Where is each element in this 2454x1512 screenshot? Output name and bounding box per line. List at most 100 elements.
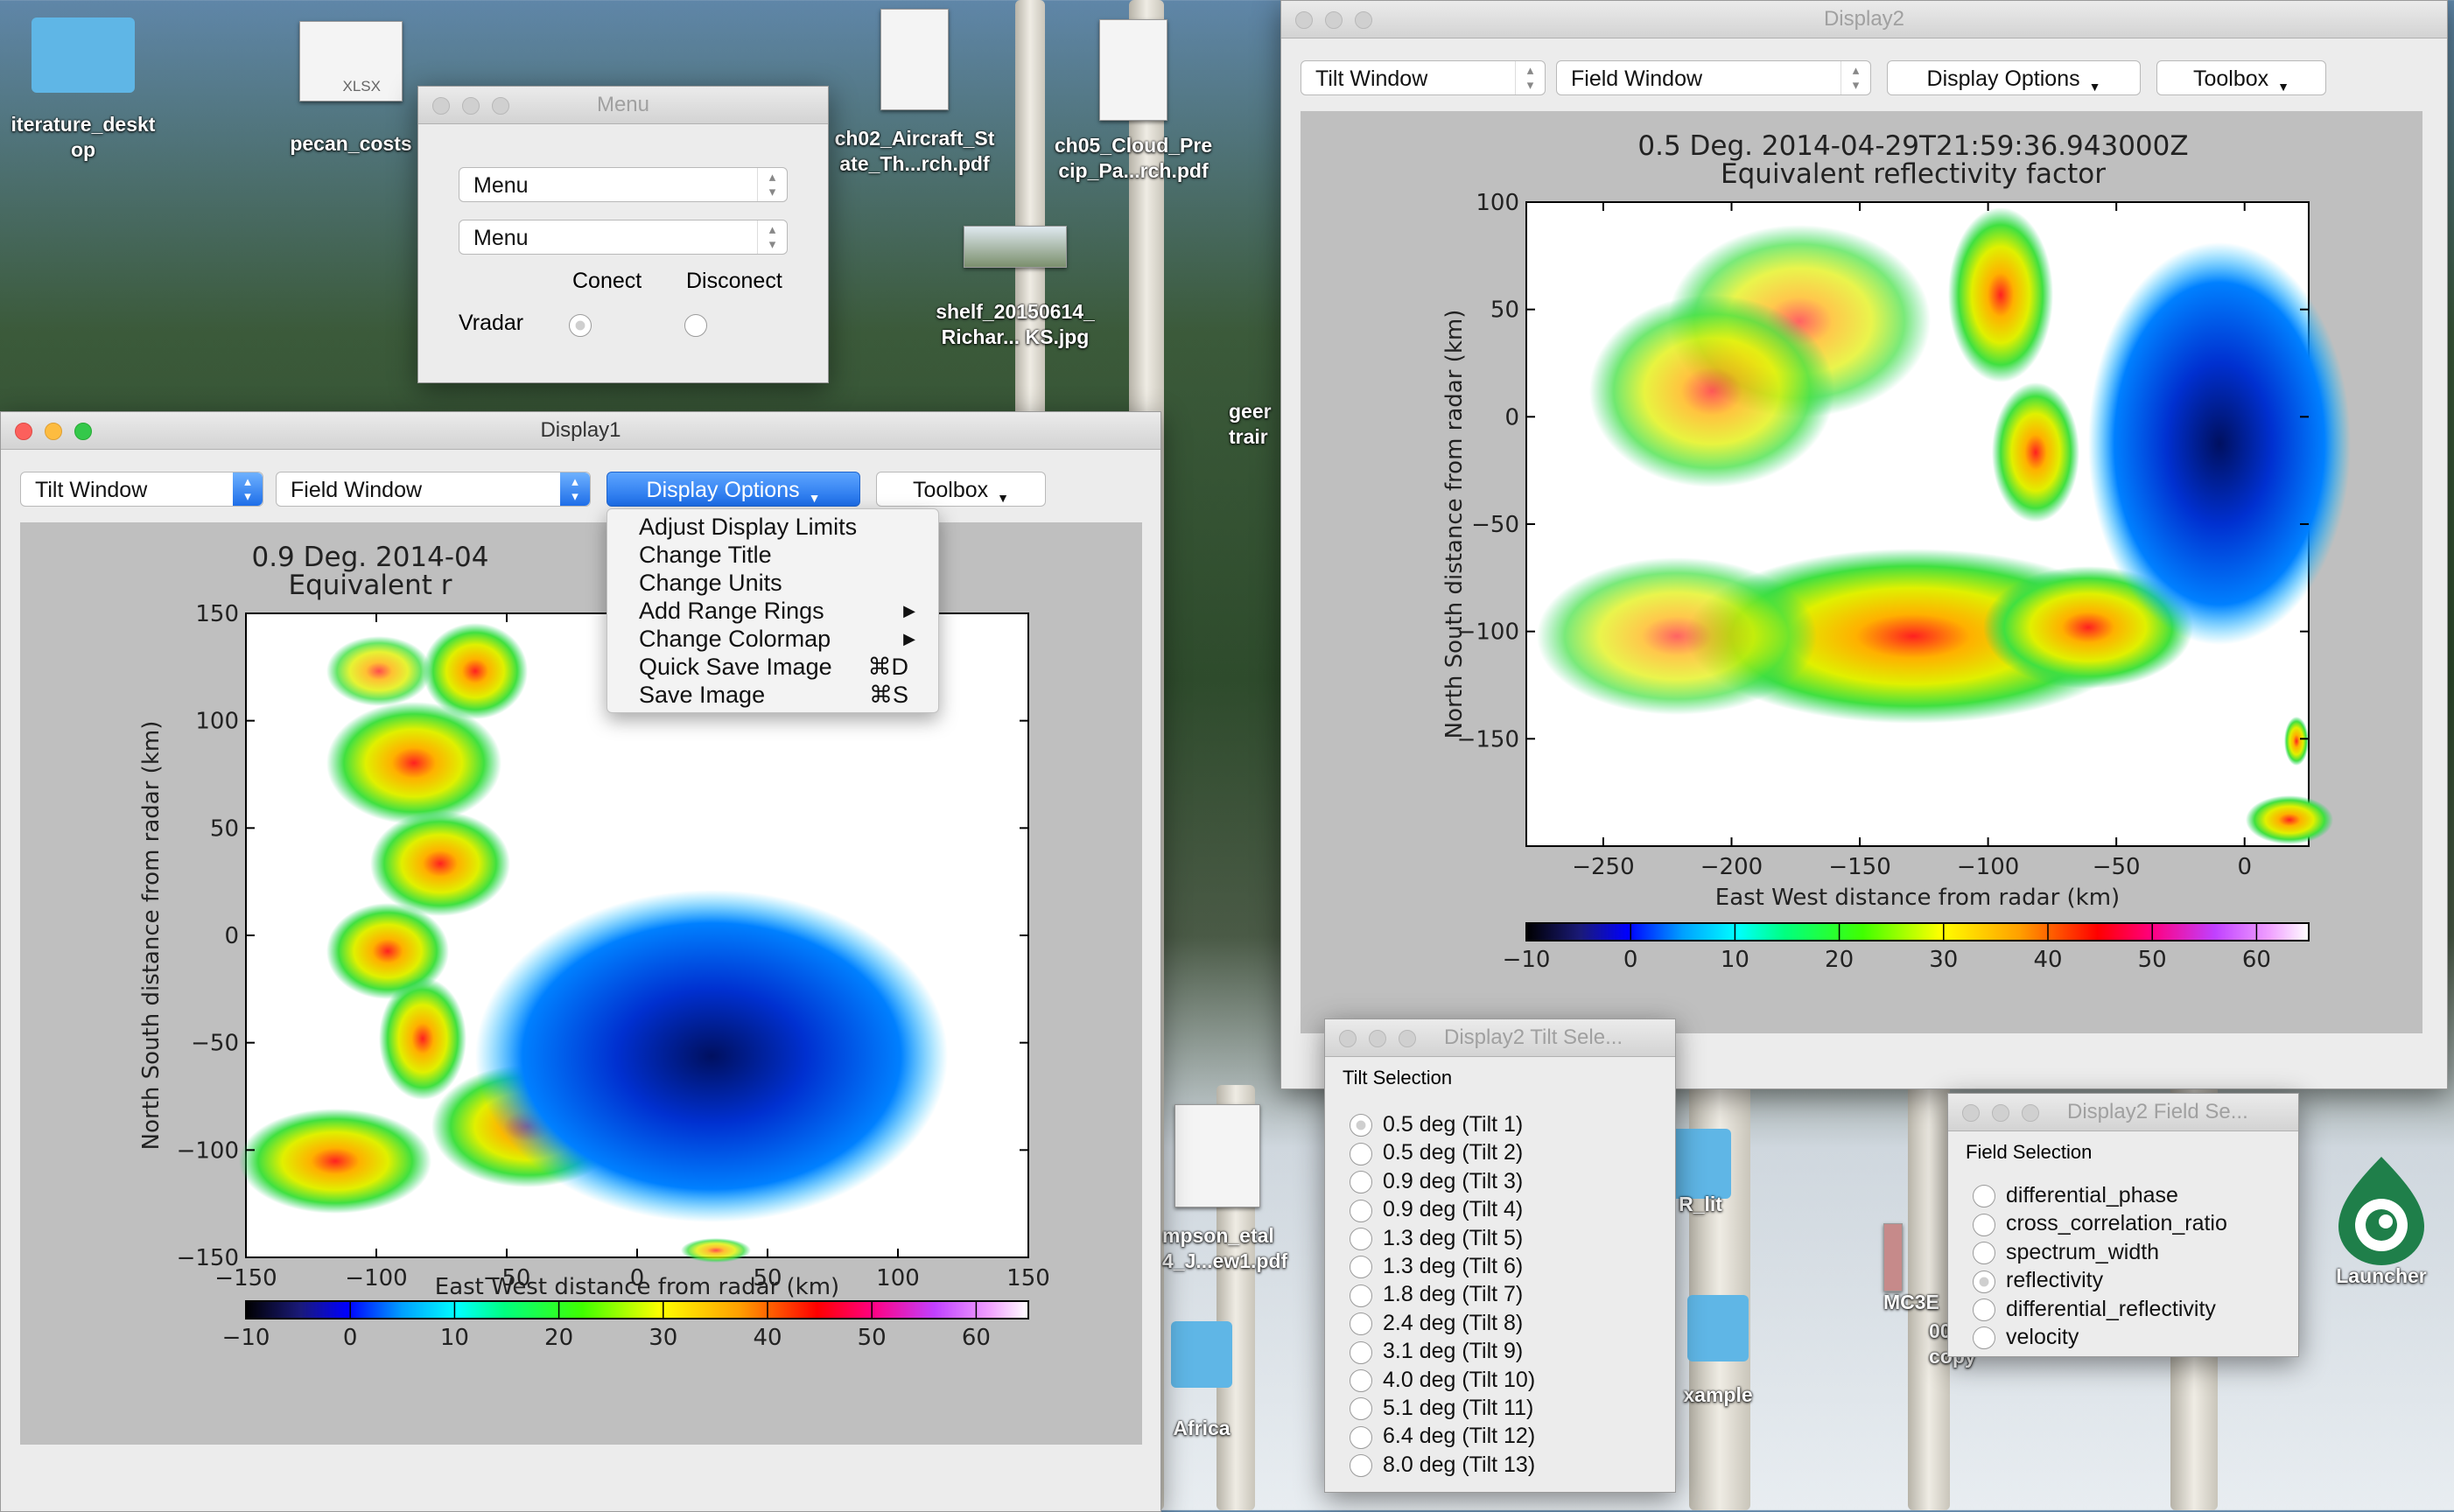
desktop-icon-partial[interactable]: geer trair — [1229, 399, 1281, 450]
window-title: Display1 — [540, 418, 621, 442]
window-title: Menu — [596, 93, 650, 116]
radio-button[interactable] — [1350, 1454, 1372, 1478]
display2-radar-plot[interactable]: 0.5 Deg. 2014-04-29T21:59:36.943000Z Equ… — [1301, 111, 2422, 1033]
radio-button[interactable] — [1350, 1425, 1372, 1449]
zoom-button[interactable] — [74, 423, 92, 440]
menu-item[interactable]: Add Range Rings ▶ — [607, 597, 938, 625]
desktop-icon-folder[interactable]: xample — [1670, 1295, 1766, 1408]
menu-item[interactable]: Change Colormap ▶ — [607, 625, 938, 653]
field-option[interactable]: velocity — [1973, 1323, 2227, 1351]
menu-combo-1[interactable]: Menu ▴ ▾ — [459, 167, 788, 202]
close-button[interactable] — [15, 423, 32, 440]
menu-combo-2[interactable]: Menu ▴ ▾ — [459, 220, 788, 255]
desktop-icon-pdf[interactable]: ch02_Aircraft_St ate_Th...rch.pdf — [827, 9, 1002, 177]
radio-button[interactable] — [1350, 1340, 1372, 1364]
radio-button[interactable] — [1350, 1368, 1372, 1392]
tilt-option[interactable]: 4.0 deg (Tilt 10) — [1350, 1366, 1535, 1394]
connect-radio[interactable] — [569, 314, 592, 337]
x-tick-label: −250 — [1572, 854, 1634, 880]
radio-button[interactable] — [1973, 1185, 1995, 1208]
minimize-button[interactable] — [1325, 11, 1343, 29]
menu-item[interactable]: Change Title — [607, 541, 938, 569]
field-option[interactable]: differential_reflectivity — [1973, 1295, 2227, 1323]
radio-button[interactable] — [1350, 1227, 1372, 1250]
radio-button[interactable] — [1350, 1312, 1372, 1336]
tilt-option[interactable]: 0.5 deg (Tilt 2) — [1350, 1138, 1535, 1166]
minimize-button[interactable] — [45, 423, 62, 440]
tilt-option[interactable]: 8.0 deg (Tilt 13) — [1350, 1451, 1535, 1479]
close-button[interactable] — [432, 97, 450, 115]
desktop-icon-launcher[interactable]: Launcher — [2316, 1153, 2447, 1289]
radio-button[interactable] — [1973, 1242, 1995, 1265]
zoom-button[interactable] — [2022, 1104, 2039, 1122]
radio-button[interactable] — [1350, 1114, 1372, 1138]
field-option[interactable]: differential_phase — [1973, 1181, 2227, 1209]
field-option[interactable]: spectrum_width — [1973, 1238, 2227, 1266]
display1-radar-plot[interactable]: 0.9 Deg. 2014-04 Equivalent r −150 −100 −5… — [20, 522, 1142, 1445]
radio-button[interactable] — [1350, 1397, 1372, 1421]
tilt-option[interactable]: 1.3 deg (Tilt 5) — [1350, 1224, 1535, 1252]
radio-button[interactable] — [1350, 1142, 1372, 1166]
tilt-selection-titlebar[interactable]: Display2 Tilt Sele... — [1325, 1019, 1675, 1057]
desktop-icon-folder[interactable]: R_lit — [1670, 1129, 1731, 1217]
zoom-button[interactable] — [492, 97, 509, 115]
toolbox-button[interactable]: Toolbox ▼ — [876, 472, 1046, 507]
field-option[interactable]: reflectivity — [1973, 1266, 2227, 1294]
option-label: 1.8 deg (Tilt 7) — [1383, 1282, 1524, 1307]
menu-item[interactable]: Quick Save Image ⌘D — [607, 653, 938, 681]
tilt-option[interactable]: 1.8 deg (Tilt 7) — [1350, 1280, 1535, 1308]
close-button[interactable] — [1962, 1104, 1980, 1122]
toolbox-button[interactable]: Toolbox ▼ — [2156, 60, 2326, 95]
radio-button[interactable] — [1973, 1298, 1995, 1321]
radio-button[interactable] — [1973, 1213, 1995, 1236]
close-button[interactable] — [1339, 1030, 1357, 1047]
tilt-window-select[interactable]: Tilt Window ▴ ▾ — [20, 472, 263, 507]
zoom-button[interactable] — [1399, 1030, 1416, 1047]
display1-titlebar[interactable]: Display1 — [1, 412, 1160, 450]
radio-button[interactable] — [1350, 1256, 1372, 1279]
tilt-option[interactable]: 2.4 deg (Tilt 8) — [1350, 1309, 1535, 1337]
field-list: differential_phase cross_correlation_rati… — [1973, 1181, 2227, 1351]
menu-item[interactable]: Adjust Display Limits — [607, 513, 938, 541]
desktop-icon-folder[interactable]: iterature_deskt op — [0, 18, 166, 163]
minimize-button[interactable] — [1992, 1104, 2009, 1122]
tilt-option[interactable]: 1.3 deg (Tilt 6) — [1350, 1252, 1535, 1280]
tilt-option[interactable]: 0.9 deg (Tilt 3) — [1350, 1167, 1535, 1195]
radio-button[interactable] — [1973, 1326, 1995, 1350]
menu-item[interactable]: Save Image ⌘S — [607, 681, 938, 709]
tilt-option[interactable]: 0.9 deg (Tilt 4) — [1350, 1195, 1535, 1223]
desktop-icon-label: geer trair — [1229, 400, 1272, 448]
desktop-icon-pdf[interactable]: mpson_etal 4_J...ew1.pdf — [1162, 1104, 1311, 1274]
desktop-icon-spreadsheet[interactable]: XLSX pecan_costs — [277, 21, 425, 157]
tilt-option[interactable]: 5.1 deg (Tilt 11) — [1350, 1394, 1535, 1422]
field-selection-titlebar[interactable]: Display2 Field Se... — [1948, 1094, 2298, 1131]
colorbar-tick-label: −10 — [1503, 947, 1551, 973]
tilt-option[interactable]: 0.5 deg (Tilt 1) — [1350, 1110, 1535, 1138]
field-window-select[interactable]: Field Window ▴ ▾ — [1556, 60, 1871, 95]
display-options-button[interactable]: Display Options ▼ — [1887, 60, 2141, 95]
radio-button[interactable] — [1350, 1284, 1372, 1307]
desktop-icon-pdf[interactable]: ch05_Cloud_Pre cip_Pa...rch.pdf — [1046, 19, 1221, 184]
menu-window-titlebar[interactable]: Menu — [418, 87, 828, 124]
radio-button[interactable] — [1973, 1270, 1995, 1293]
minimize-button[interactable] — [462, 97, 480, 115]
menu-item-label: Quick Save Image — [639, 654, 832, 680]
menu-item[interactable]: Change Units — [607, 569, 938, 597]
radio-button[interactable] — [1350, 1171, 1372, 1194]
disconnect-radio[interactable] — [684, 314, 707, 337]
tilt-option[interactable]: 6.4 deg (Tilt 12) — [1350, 1422, 1535, 1450]
display2-titlebar[interactable]: Display2 — [1281, 1, 2447, 38]
tilt-window-select[interactable]: Tilt Window ▴ ▾ — [1301, 60, 1546, 95]
zoom-button[interactable] — [1355, 11, 1372, 29]
display-options-button[interactable]: Display Options ▼ — [606, 472, 860, 507]
field-option[interactable]: cross_correlation_ratio — [1973, 1209, 2227, 1237]
desktop-icon-folder[interactable]: Africa — [1162, 1321, 1241, 1441]
tilt-option[interactable]: 3.1 deg (Tilt 9) — [1350, 1337, 1535, 1365]
close-button[interactable] — [1295, 11, 1313, 29]
desktop-icon-image[interactable]: shelf_20150614_ Richar... KS.jpg — [910, 226, 1120, 350]
desktop-icon-label: Africa — [1173, 1417, 1231, 1439]
radio-button[interactable] — [1350, 1199, 1372, 1222]
field-window-select[interactable]: Field Window ▴ ▾ — [276, 472, 591, 507]
minimize-button[interactable] — [1369, 1030, 1386, 1047]
display-options-menu: Adjust Display Limits Change Title Change … — [606, 508, 939, 713]
